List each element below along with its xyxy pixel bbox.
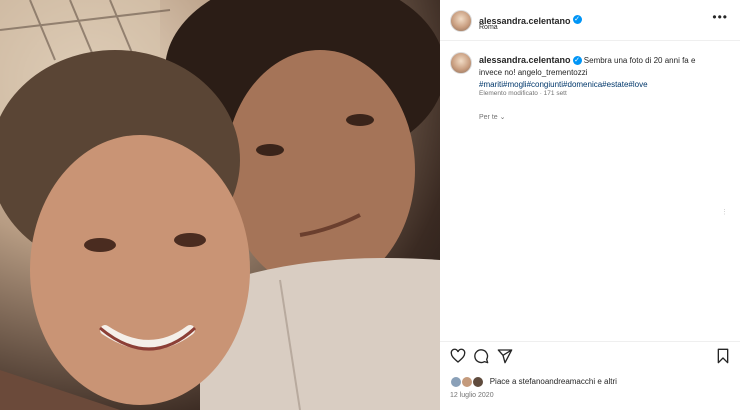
post-header: alessandra.celentano ✓ Roma •••: [440, 0, 740, 41]
likes-summary[interactable]: Piace a stefanoandreamacchi e altri: [450, 376, 617, 388]
caption-author-avatar[interactable]: [450, 52, 472, 74]
post-caption: alessandra.celentano ✓ Sembra una foto di…: [479, 54, 719, 91]
liker-avatar: [450, 376, 462, 388]
post-photo[interactable]: [0, 0, 440, 410]
share-icon[interactable]: [497, 348, 513, 364]
comment-options-icon[interactable]: ⋮: [721, 208, 728, 216]
translation-label: Per te: [479, 114, 498, 121]
more-icon[interactable]: •••: [712, 10, 728, 24]
caption-verified-badge-icon: ✓: [572, 56, 582, 66]
liker-avatar: [472, 376, 485, 388]
bookmark-icon[interactable]: [716, 348, 730, 364]
caption-username[interactable]: alessandra.celentano: [479, 55, 571, 65]
comment-icon[interactable]: [473, 348, 489, 364]
action-bar: [440, 341, 740, 374]
post-date: 12 luglio 2020: [450, 392, 494, 399]
post-location[interactable]: Roma: [479, 24, 498, 31]
heart-icon[interactable]: [450, 348, 466, 364]
verified-badge-icon: ✓: [572, 15, 582, 25]
author-avatar[interactable]: [450, 10, 472, 32]
post-side-panel: alessandra.celentano ✓ Roma ••• alessandr…: [440, 0, 740, 410]
caption-hashtags[interactable]: #mariti#mogli#congiunti#domenica#estate#…: [479, 80, 648, 89]
translation-toggle[interactable]: Per te ⌄: [479, 113, 506, 121]
chevron-down-icon: ⌄: [499, 114, 506, 121]
caption-meta: Elemento modificato · 171 sett: [479, 90, 567, 97]
photo-illustration: [0, 0, 440, 410]
likes-text: Piace a stefanoandreamacchi e altri: [489, 377, 617, 387]
liker-avatar: [461, 376, 474, 388]
